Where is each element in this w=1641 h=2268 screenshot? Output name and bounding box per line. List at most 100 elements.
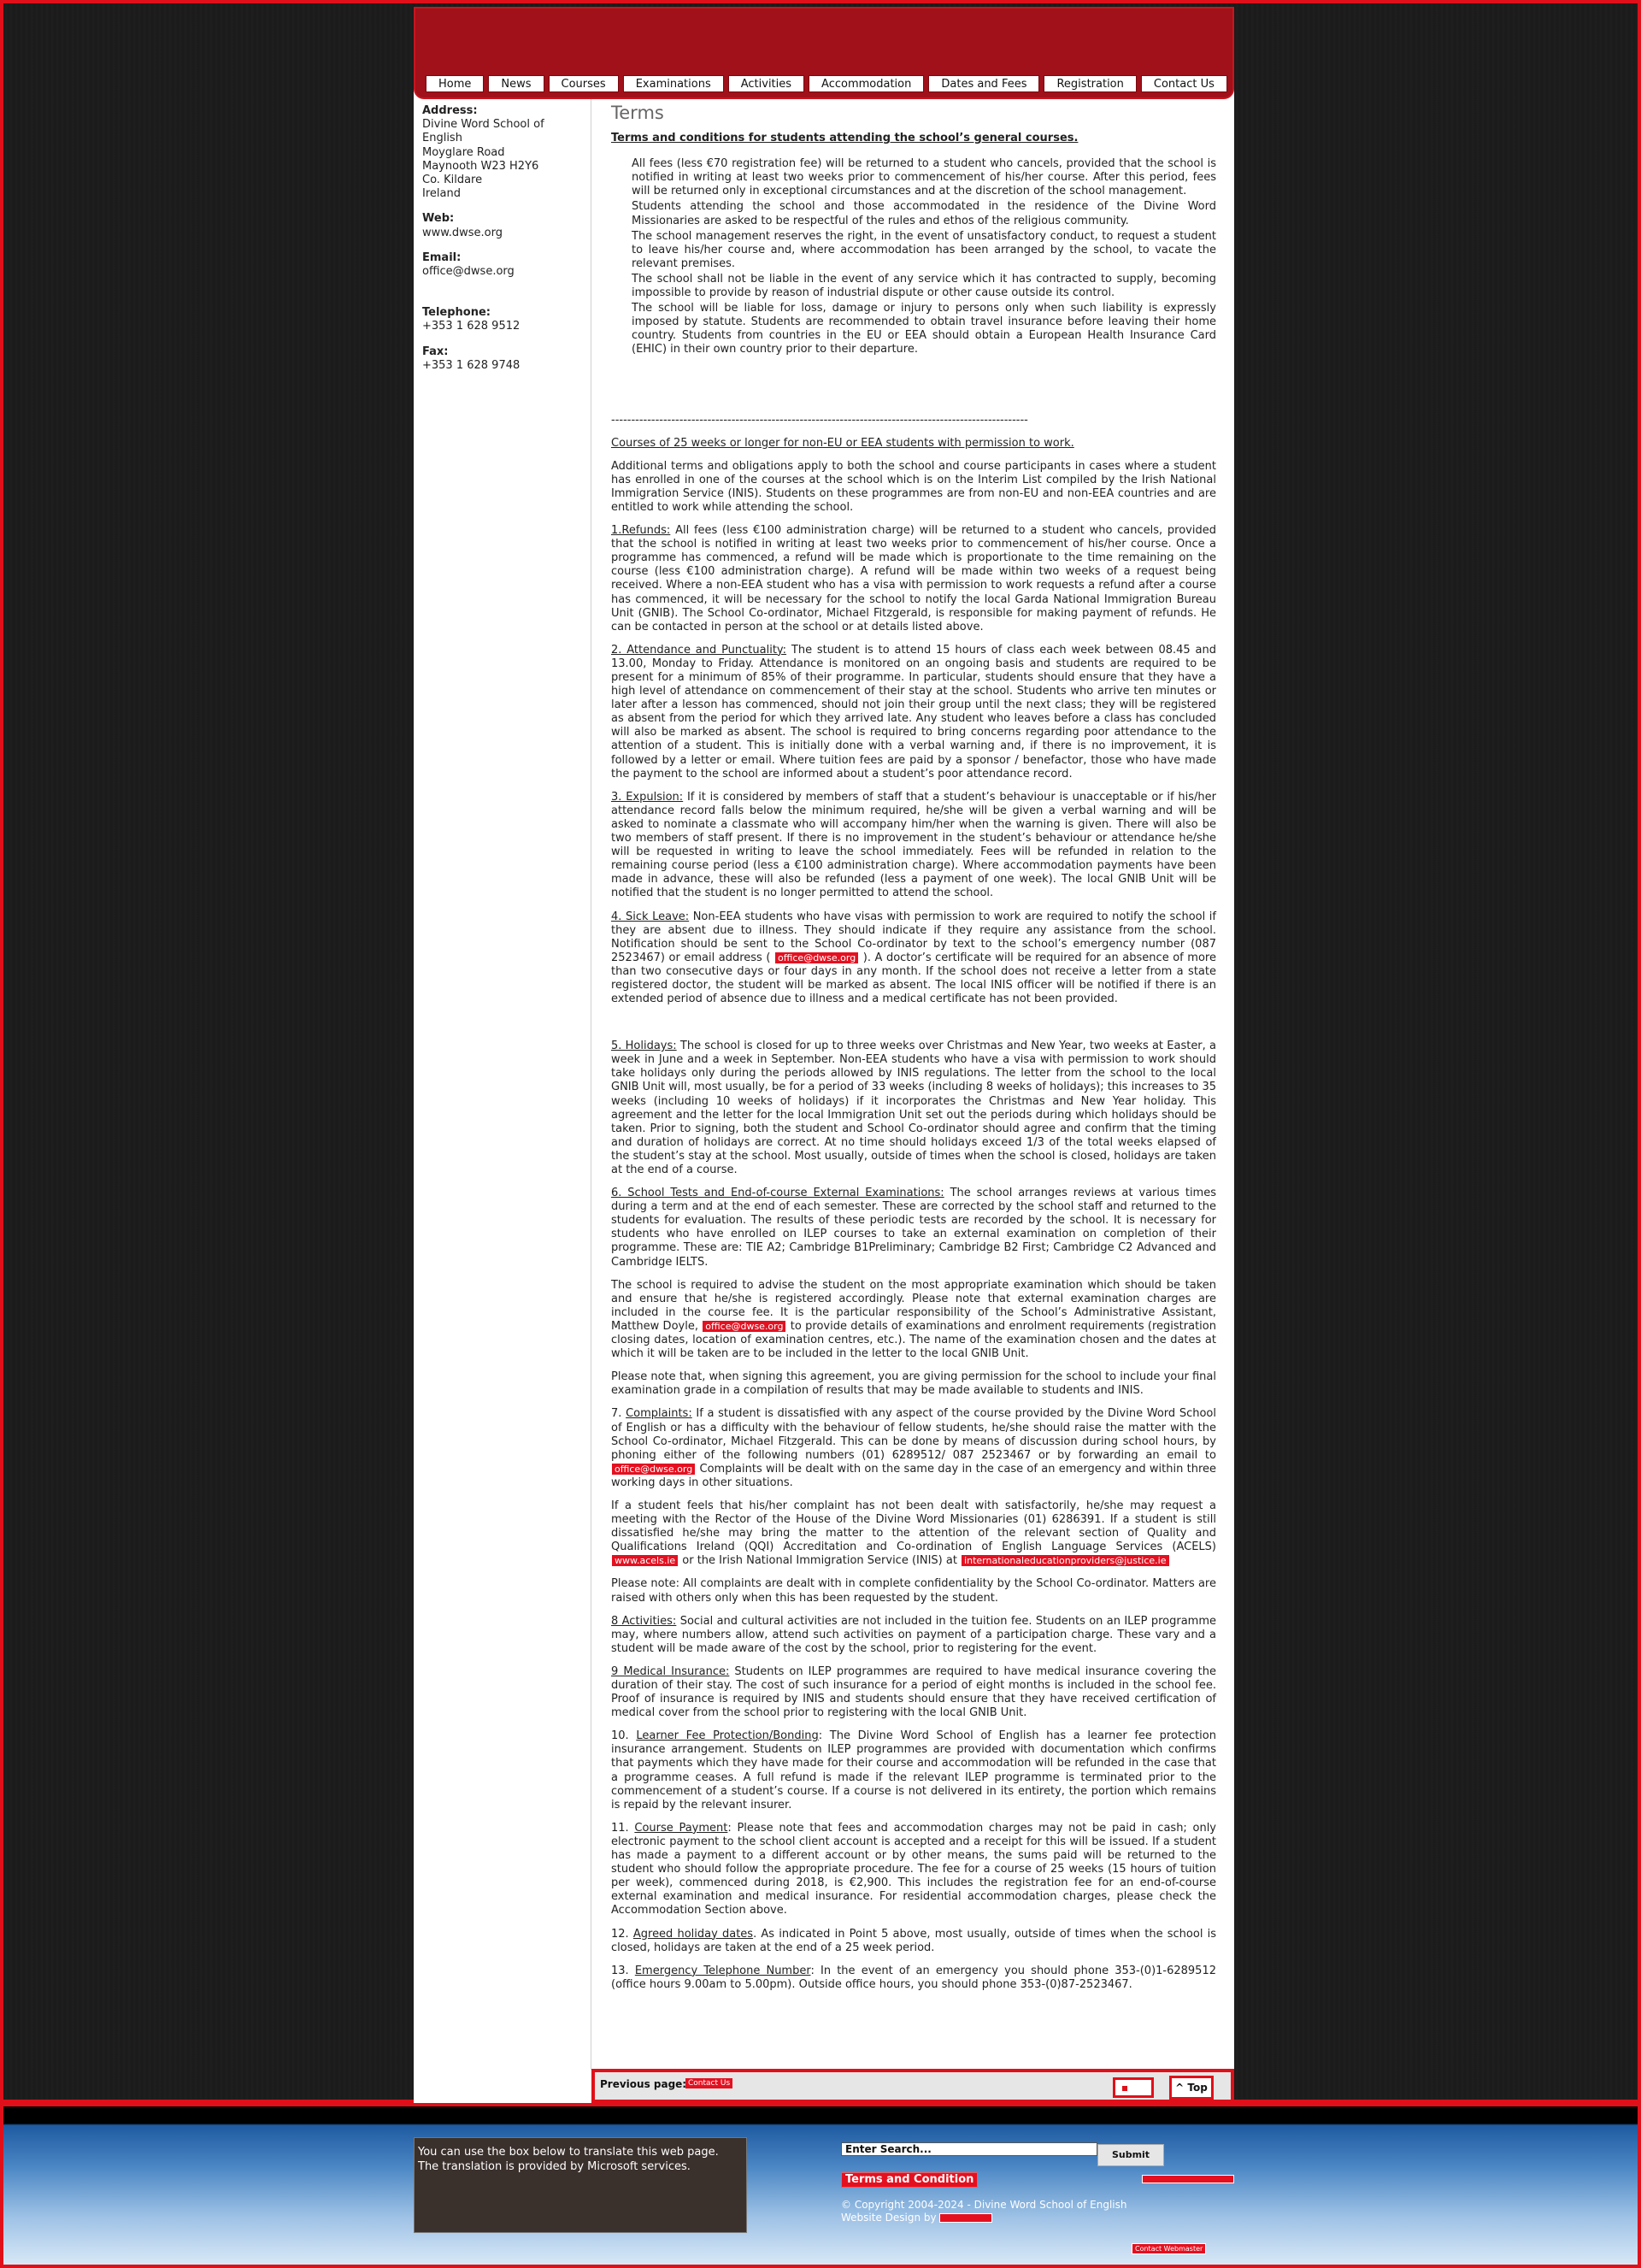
long-course-heading: Courses of 25 weeks or longer for non-EU… — [611, 436, 1074, 450]
emergency-number: 13. — [611, 1964, 635, 1977]
previous-page-link[interactable]: Contact Us — [685, 2078, 733, 2088]
general-term: Students attending the school and those … — [632, 200, 1216, 227]
attendance-text: The student is to attend 15 hours of cla… — [611, 643, 1216, 781]
telephone-label: Telephone: — [422, 306, 491, 320]
long-course-intro: Additional terms and obligations apply t… — [611, 459, 1216, 514]
holiday-dates-paragraph: 12. Agreed holiday dates. As indicated i… — [611, 1928, 1216, 1955]
complaints-text: If a student is dissatisfied with any as… — [611, 1407, 1216, 1462]
general-term: All fees (less €70 registration fee) wil… — [632, 157, 1216, 198]
nav-dates-and-fees[interactable]: Dates and Fees — [928, 75, 1040, 92]
sick-leave-email-link[interactable]: office@dwse.org — [774, 951, 860, 964]
nav-news[interactable]: News — [488, 75, 544, 92]
complaints-label: Complaints: — [626, 1407, 692, 1421]
address-label: Address: — [422, 104, 478, 117]
holiday-dates-label: Agreed holiday dates — [632, 1927, 754, 1941]
tests-email-link[interactable]: office@dwse.org — [702, 1319, 787, 1333]
email-value: office@dwse.org — [422, 265, 515, 279]
tests-paragraph-3: Please note that, when signing this agre… — [611, 1370, 1216, 1398]
complaints-2-text: If a student feels that his/her complain… — [611, 1499, 1216, 1554]
telephone-block: Telephone: +353 1 628 9512 — [422, 306, 585, 333]
bonding-label: Learner Fee Protection/Bonding — [636, 1729, 819, 1743]
search-input[interactable]: Enter Search... — [841, 2142, 1097, 2156]
web-label: Web: — [422, 212, 455, 226]
activities-paragraph: 8 Activities: Social and cultural activi… — [611, 1615, 1216, 1656]
general-term: The school shall not be liable in the ev… — [632, 272, 1216, 300]
email-block: Email: office@dwse.org — [422, 251, 585, 279]
emergency-paragraph: 13. Emergency Telephone Number: In the e… — [611, 1965, 1216, 1992]
tests-paragraph-2: The school is required to advise the stu… — [611, 1279, 1216, 1362]
complaints-number: 7. — [611, 1407, 626, 1421]
sick-leave-label: 4. Sick Leave: — [611, 910, 690, 923]
attendance-label: 2. Attendance and Punctuality: — [611, 643, 787, 657]
back-to-top-button[interactable]: ^ Top — [1169, 2076, 1214, 2100]
previous-page-label: Previous page: — [600, 2078, 687, 2090]
design-credit: Website Design by — [841, 2212, 1126, 2224]
nav-contact-us[interactable]: Contact Us — [1140, 75, 1227, 92]
general-term: The school management reserves the right… — [632, 229, 1216, 270]
holidays-paragraph: 5. Holidays: The school is closed for up… — [611, 1040, 1216, 1177]
previous-page-bar: Previous page: Contact Us ^ Top — [591, 2069, 1234, 2103]
refunds-text: All fees (less €100 administration charg… — [611, 524, 1216, 633]
address-line: Divine Word School of English — [422, 118, 544, 145]
bonding-paragraph: 10. Learner Fee Protection/Bonding: The … — [611, 1729, 1216, 1812]
nav-home[interactable]: Home — [426, 75, 485, 92]
site-footer: You can use the box below to translate t… — [0, 2103, 1641, 2268]
site-banner: Home News Courses Examinations Activitie… — [414, 7, 1234, 99]
fax-label: Fax: — [422, 345, 449, 358]
copyright-block: © Copyright 2004-2024 - Divine Word Scho… — [841, 2199, 1126, 2224]
contact-sidebar: Address: Divine Word School of English M… — [422, 104, 585, 384]
web-block: Web: www.dwse.org — [422, 212, 585, 239]
footer-link[interactable] — [1142, 2175, 1234, 2183]
telephone-value: +353 1 628 9512 — [422, 320, 521, 333]
fax-value: +353 1 628 9748 — [422, 358, 521, 372]
translate-widget[interactable]: You can use the box below to translate t… — [414, 2137, 747, 2233]
expulsion-text: If it is considered by members of staff … — [611, 790, 1216, 900]
expulsion-paragraph: 3. Expulsion: If it is considered by mem… — [611, 791, 1216, 901]
search-submit-button[interactable]: Submit — [1097, 2144, 1164, 2166]
nav-activities[interactable]: Activities — [727, 75, 805, 92]
complaints-paragraph: 7. Complaints: If a student is dissatisf… — [611, 1407, 1216, 1490]
terms-subheading: Terms and conditions for students attend… — [611, 132, 1079, 145]
attendance-paragraph: 2. Attendance and Punctuality: The stude… — [611, 644, 1216, 781]
address-block: Address: Divine Word School of English M… — [422, 104, 585, 201]
holiday-dates-number: 12. — [611, 1927, 633, 1941]
address-line: Co. Kildare — [422, 174, 483, 187]
holidays-text: The school is closed for up to three wee… — [611, 1040, 1216, 1176]
expulsion-label: 3. Expulsion: — [611, 790, 684, 804]
acels-link[interactable]: www.acels.ie — [611, 1554, 679, 1568]
complaints-2-text-mid: or the Irish National Immigration Servic… — [679, 1554, 962, 1568]
email-label: Email: — [422, 250, 462, 264]
section-divider: ----------------------------------------… — [611, 413, 1028, 427]
print-icon — [1120, 2084, 1129, 2093]
sick-leave-paragraph: 4. Sick Leave: Non-EEA students who have… — [611, 910, 1216, 1007]
medical-paragraph: 9 Medical Insurance: Students on ILEP pr… — [611, 1665, 1216, 1720]
general-term: The school will be liable for loss, dama… — [632, 302, 1216, 356]
complaints-text-end: Complaints will be dealt with on the sam… — [611, 1462, 1216, 1489]
nav-registration[interactable]: Registration — [1044, 75, 1137, 92]
web-value: www.dwse.org — [422, 226, 503, 239]
complaints-email-link[interactable]: office@dwse.org — [611, 1462, 697, 1476]
contact-webmaster-link[interactable]: Contact Webmaster — [1132, 2243, 1207, 2254]
payment-label: Course Payment — [634, 1821, 728, 1835]
bonding-number: 10. — [611, 1729, 637, 1743]
nav-accommodation[interactable]: Accommodation — [809, 75, 925, 92]
nav-courses[interactable]: Courses — [548, 75, 619, 92]
inis-email-link[interactable]: internationaleducationproviders@justice.… — [961, 1554, 1170, 1568]
payment-text: : Please note that fees and accommodatio… — [611, 1821, 1216, 1917]
refunds-paragraph: 1.Refunds: All fees (less €100 administr… — [611, 524, 1216, 634]
terms-link[interactable]: Terms and Condition — [841, 2172, 979, 2188]
copyright-text: © Copyright 2004-2024 - Divine Word Scho… — [841, 2199, 1127, 2211]
address-line: Moyglare Road — [422, 145, 505, 159]
complaints-paragraph-2: If a student feels that his/her complain… — [611, 1499, 1216, 1568]
designer-link[interactable] — [939, 2213, 993, 2223]
holidays-label: 5. Holidays: — [611, 1040, 677, 1053]
emergency-label: Emergency Telephone Number — [634, 1964, 811, 1977]
page-container: Home News Courses Examinations Activitie… — [414, 7, 1234, 2103]
payment-paragraph: 11. Course Payment: Please note that fee… — [611, 1822, 1216, 1918]
medical-label: 9 Medical Insurance: — [611, 1664, 730, 1678]
design-credit-text: Website Design by — [841, 2212, 940, 2224]
nav-examinations[interactable]: Examinations — [622, 75, 724, 92]
print-button[interactable] — [1113, 2077, 1154, 2098]
refunds-label: 1.Refunds: — [611, 524, 671, 538]
tests-paragraph: 6. School Tests and End-of-course Extern… — [611, 1187, 1216, 1269]
